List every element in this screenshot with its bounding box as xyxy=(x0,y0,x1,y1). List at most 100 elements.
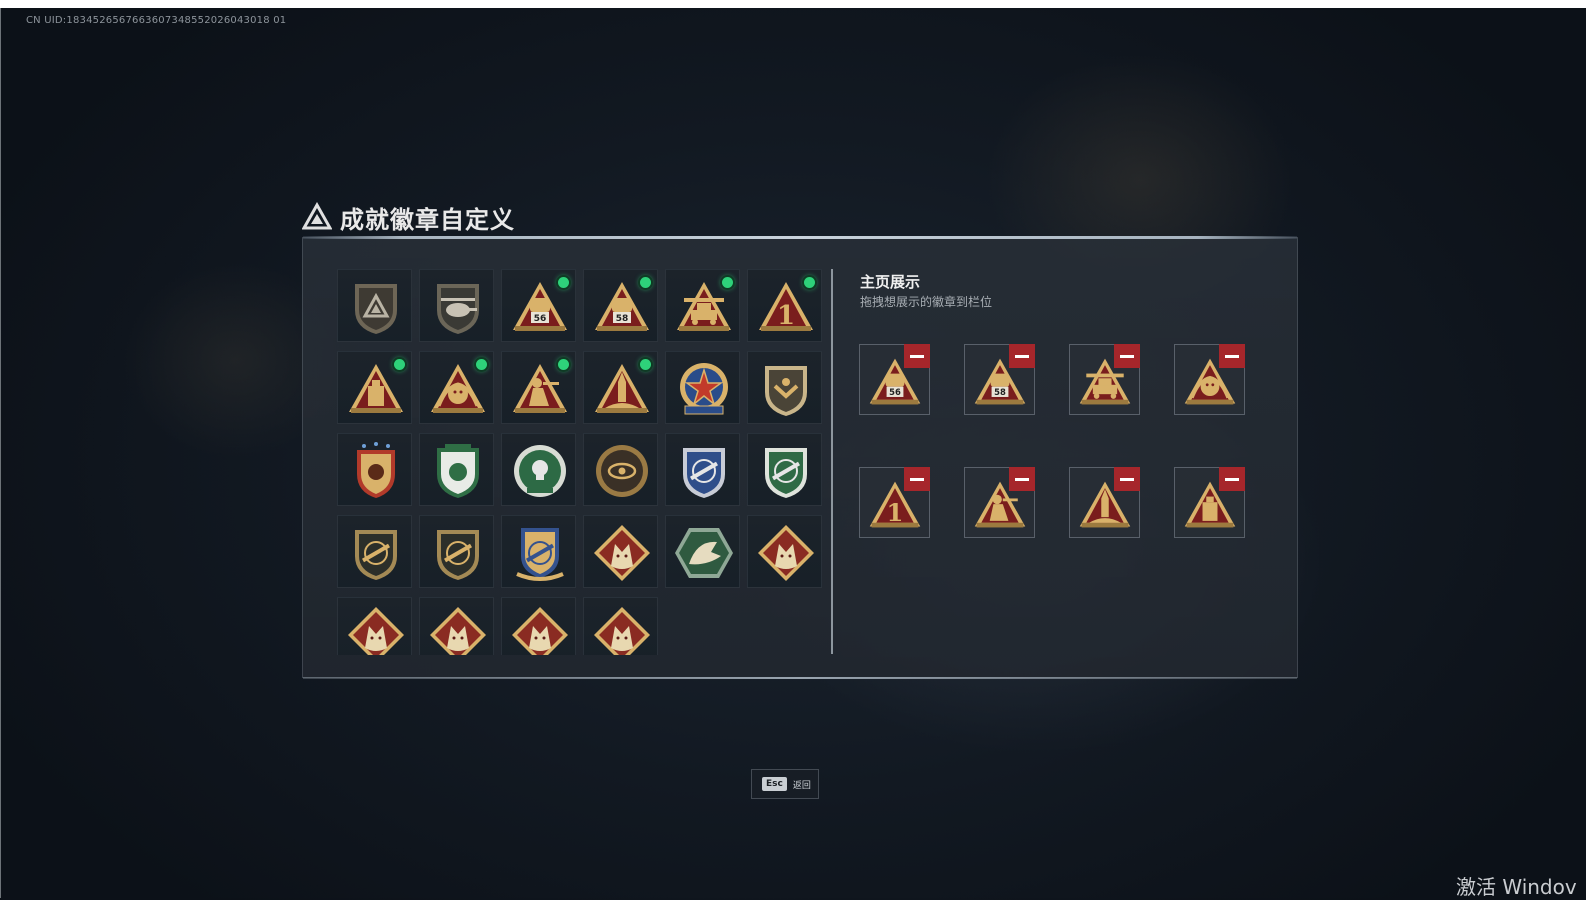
badge-slot[interactable] xyxy=(583,351,658,424)
badge-slot[interactable] xyxy=(747,433,822,506)
new-indicator-dot xyxy=(558,277,569,288)
minus-icon xyxy=(1120,354,1134,358)
badge-slot[interactable] xyxy=(419,351,494,424)
remove-badge-button[interactable] xyxy=(1114,344,1140,368)
new-indicator-dot xyxy=(722,277,733,288)
showcase-slot[interactable] xyxy=(1174,467,1245,538)
svg-text:1: 1 xyxy=(777,301,795,331)
wrench-diamond-badge-icon xyxy=(594,607,650,655)
badge-slot[interactable] xyxy=(501,515,576,588)
window-edge xyxy=(0,8,1,898)
remove-badge-button[interactable] xyxy=(1009,344,1035,368)
badge-slot[interactable]: 58 xyxy=(583,269,658,342)
badge-slot[interactable] xyxy=(747,351,822,424)
badge-slot[interactable] xyxy=(583,597,658,655)
svg-text:56: 56 xyxy=(534,314,547,324)
sniper-shield-badge-icon xyxy=(437,530,479,580)
svg-text:58: 58 xyxy=(616,314,629,324)
windows-activation-watermark: 激活 Windov xyxy=(1456,875,1577,899)
badge-slot[interactable] xyxy=(501,597,576,655)
star-shield-badge-icon xyxy=(357,442,395,498)
svg-text:58: 58 xyxy=(994,387,1006,397)
badge-slot[interactable] xyxy=(501,433,576,506)
remove-badge-button[interactable] xyxy=(1219,467,1245,491)
back-label: 返回 xyxy=(792,780,811,791)
svg-text:56: 56 xyxy=(889,387,901,397)
soldier-diamond-badge-icon xyxy=(430,607,486,655)
remove-badge-button[interactable] xyxy=(1114,467,1140,491)
showcase-title: 主页展示 xyxy=(860,273,921,291)
badge-grid[interactable]: 56 58 1 xyxy=(337,269,831,655)
round-star-badge-icon xyxy=(680,363,728,415)
triangle-logo-icon xyxy=(302,202,332,230)
badge-slot[interactable] xyxy=(419,269,494,342)
badge-slot[interactable] xyxy=(501,351,576,424)
badge-slot[interactable] xyxy=(747,515,822,588)
helicopter-badge-icon xyxy=(437,284,479,334)
badge-slot[interactable] xyxy=(419,433,494,506)
showcase-slot[interactable] xyxy=(1069,467,1140,538)
badge-slot[interactable]: 56 xyxy=(501,269,576,342)
uid-text: CN UID:1834526567663607348552026043018 0… xyxy=(26,15,287,26)
showcase-subtitle: 拖拽想展示的徽章到栏位 xyxy=(860,295,993,309)
remove-badge-button[interactable] xyxy=(904,344,930,368)
new-indicator-dot xyxy=(640,277,651,288)
badge-slot[interactable] xyxy=(419,515,494,588)
new-indicator-dot xyxy=(804,277,815,288)
showcase-slot[interactable] xyxy=(1174,344,1245,415)
badge-slot[interactable] xyxy=(337,433,412,506)
badge-slot[interactable] xyxy=(337,351,412,424)
minus-icon xyxy=(1225,354,1239,358)
badge-panel: 56 58 1 主页展示 拖拽想展示的徽章到栏位 56 58 1 xyxy=(302,236,1298,679)
badge-slot[interactable] xyxy=(665,515,740,588)
new-indicator-dot xyxy=(558,359,569,370)
showcase-slot[interactable] xyxy=(964,467,1035,538)
esc-key-hint: Esc xyxy=(762,777,787,791)
dragon-hexagon-badge-icon xyxy=(675,528,733,578)
svg-text:1: 1 xyxy=(887,498,904,527)
panel-top-border xyxy=(303,236,1297,239)
remove-badge-button[interactable] xyxy=(904,467,930,491)
green-skull-round-badge-icon xyxy=(514,445,566,497)
blue-crest-badge-icon xyxy=(516,528,564,581)
badge-slot[interactable] xyxy=(665,433,740,506)
new-indicator-dot xyxy=(394,359,405,370)
top-strip xyxy=(0,0,1586,8)
green-rifle-round-badge-icon xyxy=(765,448,807,498)
page-title: 成就徽章自定义 xyxy=(340,205,515,234)
blue-rifle-shield-badge-icon xyxy=(683,448,725,498)
eye-round-badge-icon xyxy=(596,445,648,497)
showcase-slot[interactable]: 58 xyxy=(964,344,1035,415)
badge-slot[interactable] xyxy=(583,515,658,588)
shield-emblem-badge-icon xyxy=(355,284,397,334)
remove-badge-button[interactable] xyxy=(1219,344,1245,368)
minus-icon xyxy=(910,354,924,358)
wolf-diamond-badge-icon xyxy=(594,525,650,581)
minus-icon xyxy=(910,477,924,481)
badge-slot[interactable] xyxy=(337,269,412,342)
minus-icon xyxy=(1120,477,1134,481)
badge-slot[interactable]: 1 xyxy=(747,269,822,342)
badge-slot[interactable] xyxy=(337,515,412,588)
dragon-diamond-badge-icon xyxy=(348,607,404,655)
minus-icon xyxy=(1225,477,1239,481)
new-indicator-dot xyxy=(476,359,487,370)
new-indicator-dot xyxy=(640,359,651,370)
badge-slot[interactable] xyxy=(665,269,740,342)
badge-slot[interactable] xyxy=(419,597,494,655)
badge-slot[interactable] xyxy=(583,433,658,506)
showcase-slot[interactable] xyxy=(1069,344,1140,415)
horse-diamond-badge-icon xyxy=(512,607,568,655)
badge-slot[interactable] xyxy=(337,597,412,655)
shield-chevron-badge-icon xyxy=(765,366,807,416)
dragon-diamond-badge-icon xyxy=(758,525,814,581)
showcase-slot[interactable]: 1 xyxy=(859,467,930,538)
badge-slot[interactable] xyxy=(665,351,740,424)
rifle-shield-badge-icon xyxy=(355,530,397,580)
page-header: 成就徽章自定义 xyxy=(302,201,515,234)
remove-badge-button[interactable] xyxy=(1009,467,1035,491)
minus-icon xyxy=(1015,477,1029,481)
back-button[interactable]: Esc 返回 xyxy=(751,769,819,799)
grid-scrollbar[interactable] xyxy=(831,269,833,654)
showcase-slot[interactable]: 56 xyxy=(859,344,930,415)
